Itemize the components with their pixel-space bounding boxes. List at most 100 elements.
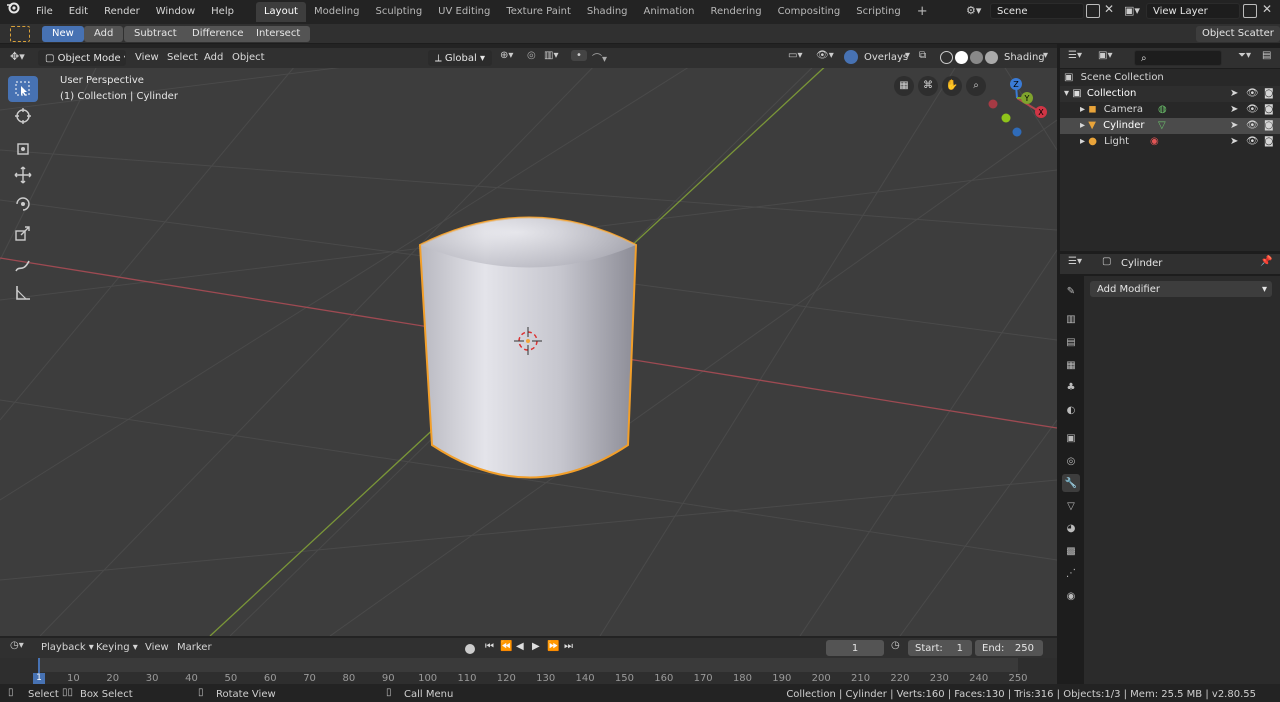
- outliner-display-mode-icon[interactable]: ▣▾: [1098, 50, 1112, 61]
- menu-edit[interactable]: Edit: [61, 0, 96, 24]
- viewport-menu-object[interactable]: Object: [232, 50, 265, 66]
- world-tab-icon[interactable]: ◐: [1062, 401, 1080, 419]
- preview-range-icon[interactable]: ◷: [891, 640, 900, 651]
- snap-icon[interactable]: ◎: [527, 50, 536, 61]
- viewport-display-icon[interactable]: ▭▾: [788, 50, 802, 61]
- tab-rendering[interactable]: Rendering: [702, 2, 769, 22]
- pan-view-icon[interactable]: ✋: [942, 76, 962, 96]
- annotate-tool-icon[interactable]: [8, 253, 38, 279]
- menu-window[interactable]: Window: [148, 0, 203, 24]
- shading-dropdown[interactable]: Shading: [1004, 50, 1045, 66]
- outliner-collection[interactable]: ▾ ▣ Collection ➤ 👁 ◙: [1060, 86, 1280, 102]
- scale-tool-icon[interactable]: [8, 220, 38, 246]
- move-tool-icon[interactable]: [8, 162, 38, 188]
- light-render-icon[interactable]: ◙: [1264, 134, 1274, 150]
- scene-remove-icon[interactable]: ✕: [1104, 2, 1114, 16]
- boolean-new-button[interactable]: New: [42, 26, 84, 42]
- play-icon[interactable]: ▶: [532, 641, 540, 652]
- outliner-new-collection-icon[interactable]: ▤: [1262, 50, 1271, 61]
- camera-view-icon[interactable]: ⌘: [918, 76, 938, 96]
- proportional-falloff-icon[interactable]: ⌒▾: [592, 50, 607, 65]
- jump-keyframe-forward-icon[interactable]: ⏩: [547, 641, 559, 652]
- axis-gizmo[interactable]: Z Y X: [985, 74, 1053, 140]
- view-layer-field[interactable]: View Layer: [1146, 3, 1240, 19]
- visibility-icon[interactable]: 👁▾: [816, 50, 834, 61]
- tab-sculpting[interactable]: Sculpting: [367, 2, 430, 22]
- object-scatter-button[interactable]: Object Scatter: [1196, 26, 1280, 42]
- timeline-menu-view[interactable]: View: [145, 642, 169, 653]
- cylinder-render-icon[interactable]: ◙: [1264, 118, 1274, 134]
- view-layer-remove-icon[interactable]: ✕: [1262, 2, 1272, 16]
- start-frame-field[interactable]: Start: 1: [908, 640, 972, 656]
- timeline-menu-playback[interactable]: Playback ▾: [41, 642, 94, 653]
- boolean-difference-button[interactable]: Difference: [182, 26, 254, 42]
- orientation-dropdown[interactable]: ⟂ Global ▾: [428, 50, 492, 66]
- render-tab-icon[interactable]: ▥: [1062, 310, 1080, 328]
- grid-view-icon[interactable]: ▦: [894, 76, 914, 96]
- overlays-chevron-icon[interactable]: ▾: [905, 50, 910, 61]
- select-box-tool-icon[interactable]: [8, 76, 38, 102]
- blender-logo-icon[interactable]: [0, 0, 28, 24]
- tab-uv-editing[interactable]: UV Editing: [430, 2, 498, 22]
- viewport-menu-view[interactable]: View: [135, 50, 159, 66]
- menu-help[interactable]: Help: [203, 0, 242, 24]
- scene-tab-icon[interactable]: ♣: [1062, 378, 1080, 396]
- boolean-subtract-button[interactable]: Subtract: [124, 26, 187, 42]
- boolean-add-button[interactable]: Add: [84, 26, 124, 42]
- jump-end-icon[interactable]: ⏭: [564, 641, 573, 652]
- camera-visibility-icon[interactable]: 👁: [1246, 102, 1259, 118]
- collection-visibility-icon[interactable]: 👁: [1246, 86, 1259, 102]
- collection-select-icon[interactable]: ➤: [1230, 86, 1238, 102]
- outliner-item-light[interactable]: ▸ ● Light ◉ ➤ 👁 ◙: [1060, 134, 1280, 150]
- outliner-filter-icon[interactable]: ⏷▾: [1238, 50, 1251, 61]
- object-mode-dropdown[interactable]: ▢ Object Mode ▾: [38, 50, 126, 66]
- proportional-edit-icon[interactable]: •: [571, 50, 587, 61]
- overlays-dropdown[interactable]: Overlays: [864, 50, 908, 66]
- light-select-icon[interactable]: ➤: [1230, 134, 1238, 150]
- add-workspace-icon[interactable]: +: [909, 2, 936, 22]
- rotate-tool-icon[interactable]: [8, 191, 38, 217]
- play-reverse-icon[interactable]: ◀: [516, 641, 524, 652]
- tab-layout[interactable]: Layout: [255, 2, 306, 22]
- add-modifier-dropdown[interactable]: Add Modifier ▾: [1090, 281, 1272, 297]
- cursor-tool-icon[interactable]: [8, 103, 38, 129]
- measure-tool-icon[interactable]: [8, 280, 38, 306]
- tab-texture-paint[interactable]: Texture Paint: [498, 2, 579, 22]
- jump-keyframe-back-icon[interactable]: ⏪: [500, 641, 512, 652]
- particles-tab-icon[interactable]: ⋰: [1062, 564, 1080, 582]
- outliner-search-input[interactable]: ⌕: [1134, 50, 1222, 66]
- outliner-item-camera[interactable]: ▸ ◼ Camera ◍ ➤ 👁 ◙: [1060, 102, 1280, 118]
- tab-modeling[interactable]: Modeling: [306, 2, 368, 22]
- transform-tool-icon[interactable]: [8, 136, 38, 162]
- object-tab-icon[interactable]: ▣: [1062, 429, 1080, 447]
- camera-render-icon[interactable]: ◙: [1264, 102, 1274, 118]
- outliner-editor-type-icon[interactable]: ☰▾: [1068, 50, 1082, 61]
- shading-solid-icon[interactable]: [955, 51, 968, 64]
- editor-type-icon[interactable]: ✥▾: [10, 50, 25, 63]
- menu-file[interactable]: File: [28, 0, 61, 24]
- viewport-3d[interactable]: [0, 48, 1057, 636]
- shading-chevron-icon[interactable]: ▾: [1043, 50, 1048, 61]
- shading-material-icon[interactable]: [970, 51, 983, 64]
- mesh-data-tab-icon[interactable]: ▽: [1062, 497, 1080, 515]
- collection-render-icon[interactable]: ◙: [1264, 86, 1274, 102]
- record-icon[interactable]: [465, 644, 475, 654]
- modifiers-tab-icon[interactable]: 🔧: [1062, 474, 1080, 492]
- tab-scripting[interactable]: Scripting: [848, 2, 908, 22]
- tool-settings-tab-icon[interactable]: ✎: [1062, 282, 1080, 300]
- playhead-frame-badge[interactable]: 1: [33, 673, 45, 684]
- properties-editor-type-icon[interactable]: ☰▾: [1068, 256, 1082, 267]
- current-frame-field[interactable]: 1: [826, 640, 884, 656]
- pin-icon[interactable]: 📌: [1260, 256, 1272, 267]
- timeline-menu-marker[interactable]: Marker: [177, 642, 212, 653]
- scene-copy-icon[interactable]: [1086, 4, 1100, 18]
- constraints-tab-icon[interactable]: ◎: [1062, 452, 1080, 470]
- viewport-menu-select[interactable]: Select: [167, 50, 198, 66]
- viewport-menu-add[interactable]: Add: [204, 50, 223, 66]
- tab-animation[interactable]: Animation: [636, 2, 703, 22]
- material-tab-icon[interactable]: ◕: [1062, 519, 1080, 537]
- overlays-toggle-icon[interactable]: [844, 50, 858, 64]
- view-layer-tab-icon[interactable]: ▦: [1062, 356, 1080, 374]
- timeline-menu-keying[interactable]: Keying ▾: [96, 642, 138, 653]
- view-layer-icon[interactable]: ▣▾: [1124, 4, 1140, 17]
